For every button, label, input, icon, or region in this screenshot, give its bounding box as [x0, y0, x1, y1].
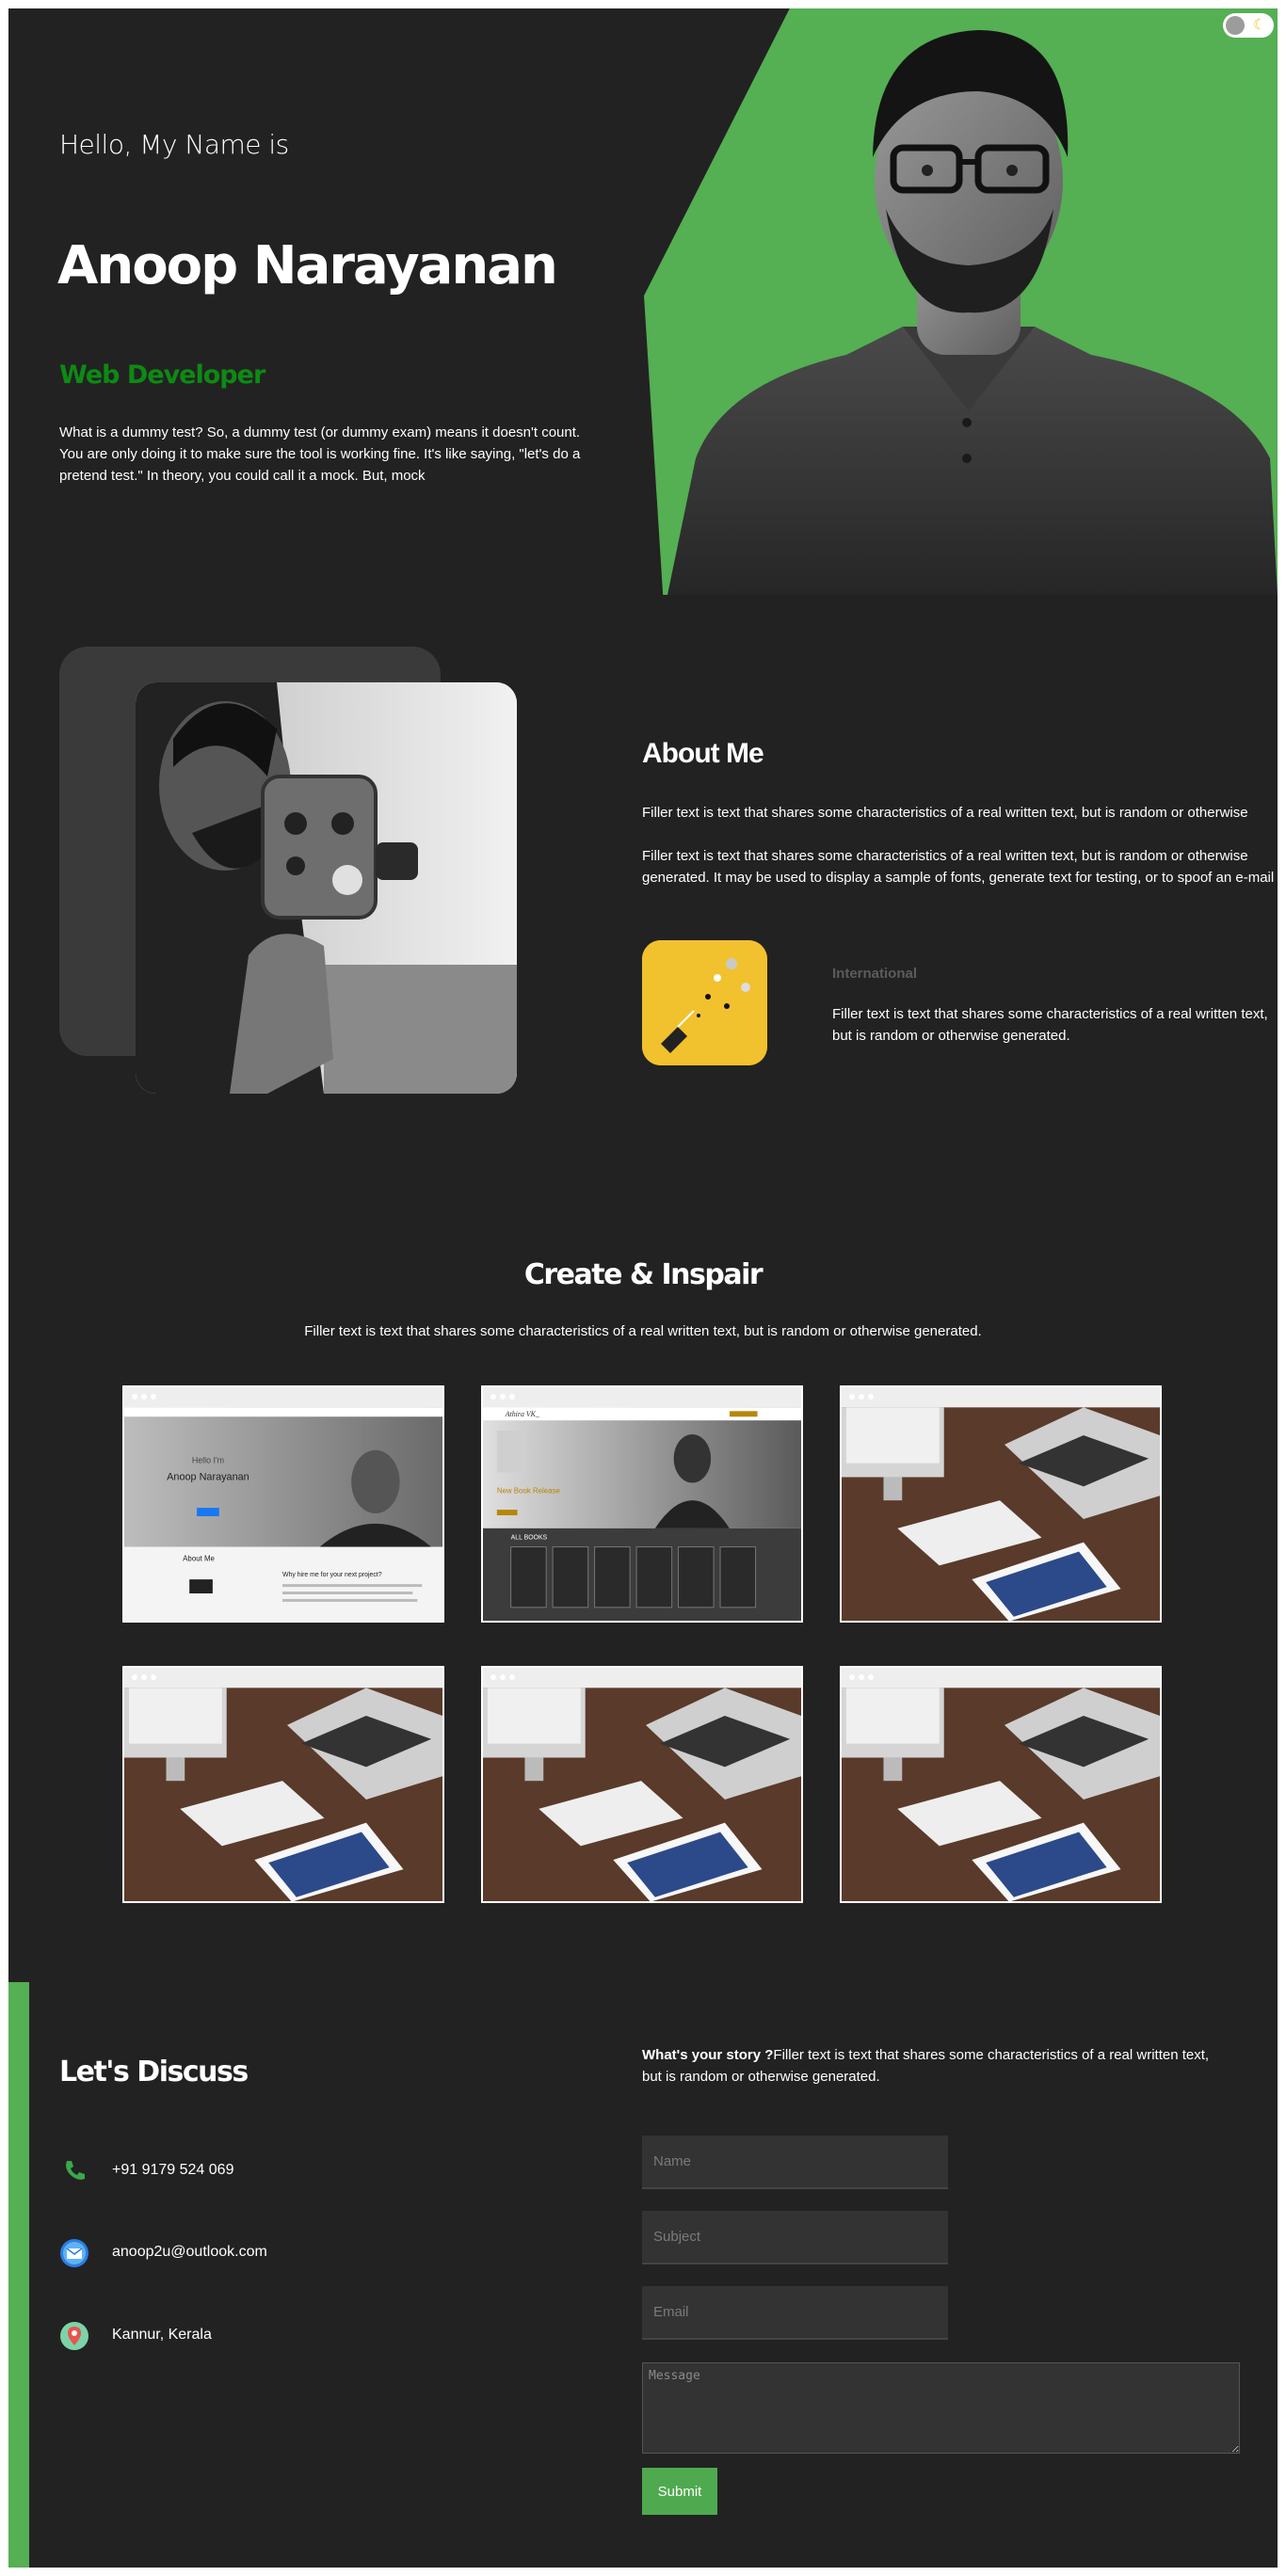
about-photo: [136, 682, 517, 1094]
story-heading: What's your story ?: [642, 2047, 774, 2063]
contact-title: Let's Discuss: [59, 2056, 249, 2088]
portfolio-screenshot: Hello I'm Anoop Narayanan About Me Why h…: [124, 1407, 442, 1621]
toggle-knob: [1226, 16, 1245, 35]
mini-brand: Athira VK_: [505, 1410, 539, 1418]
about-title: About Me: [642, 738, 764, 769]
portfolio-card[interactable]: [481, 1666, 803, 1903]
theme-toggle[interactable]: ☾: [1223, 13, 1274, 38]
profile-portrait: [667, 30, 1278, 595]
camera-man-illustration: [136, 682, 517, 1094]
portfolio-card[interactable]: [840, 1385, 1162, 1623]
message-textarea[interactable]: [642, 2362, 1240, 2454]
subject-input[interactable]: [642, 2211, 948, 2264]
browser-bar: [124, 1668, 442, 1687]
email-address: anoop2u@outlook.com: [112, 2244, 267, 2260]
name-input[interactable]: [642, 2136, 948, 2189]
hero-name: Anoop Narayanan: [57, 235, 558, 296]
contact-accent-bar: [8, 1982, 29, 2568]
phone-number: +91 9179 524 069: [112, 2162, 234, 2178]
browser-bar: [842, 1387, 1160, 1406]
browser-bar: [124, 1387, 442, 1406]
email-icon: [60, 2239, 88, 2267]
portfolio-title: Create & Inspair: [523, 1258, 764, 1291]
moon-icon: ☾: [1253, 17, 1266, 33]
international-label: International: [832, 966, 918, 982]
browser-bar: [483, 1387, 801, 1406]
mini-about: About Me: [183, 1554, 215, 1562]
international-description: Filler text is text that shares some cha…: [832, 1006, 1268, 1044]
location-text: Kannur, Kerala: [112, 2327, 212, 2343]
international-thumbnail: [642, 940, 767, 1065]
desk-devices-photo: [842, 1407, 1160, 1621]
mini-books: ALL BOOKS: [511, 1535, 548, 1542]
portfolio-card[interactable]: [122, 1666, 444, 1903]
about-paragraph-1: Filler text is text that shares some cha…: [642, 805, 1248, 821]
hero-description: What is a dummy test? So, a dummy test (…: [59, 424, 581, 484]
mini-tag: New Book Release: [497, 1486, 561, 1495]
portfolio-card[interactable]: Athira VK_ New Book Release ALL BOOKS: [481, 1385, 803, 1623]
story-text: What's your story ?Filler text is text t…: [642, 2044, 1216, 2088]
desk-devices-photo: [124, 1688, 442, 1901]
mini-hire: Why hire me for your next project?: [282, 1572, 382, 1578]
phone-icon: [66, 2161, 85, 2180]
confetti-icon: [642, 940, 767, 1065]
hero-section: ☾ Hello, My Name is Anoop Narayanan Web …: [8, 8, 1278, 595]
page: ☾ Hello, My Name is Anoop Narayanan Web …: [8, 8, 1278, 2568]
browser-bar: [842, 1668, 1160, 1687]
browser-bar: [483, 1668, 801, 1687]
portfolio-card[interactable]: [840, 1666, 1162, 1903]
location-icon: [60, 2322, 88, 2350]
email-input[interactable]: [642, 2286, 948, 2340]
portfolio-screenshot: Athira VK_ New Book Release ALL BOOKS: [483, 1407, 801, 1621]
hero-greeting: Hello, My Name is: [59, 129, 289, 160]
about-paragraph-2: Filler text is text that shares some cha…: [642, 848, 1275, 886]
desk-devices-photo: [483, 1688, 801, 1901]
portfolio-card[interactable]: Hello I'm Anoop Narayanan About Me Why h…: [122, 1385, 444, 1623]
portfolio-subtitle: Filler text is text that shares some cha…: [304, 1323, 982, 1339]
hero-role: Web Developer: [59, 360, 265, 390]
mini-name: Anoop Narayanan: [167, 1471, 249, 1482]
submit-button[interactable]: Submit: [642, 2468, 717, 2515]
mini-hello: Hello I'm: [192, 1456, 224, 1465]
desk-devices-photo: [842, 1688, 1160, 1901]
